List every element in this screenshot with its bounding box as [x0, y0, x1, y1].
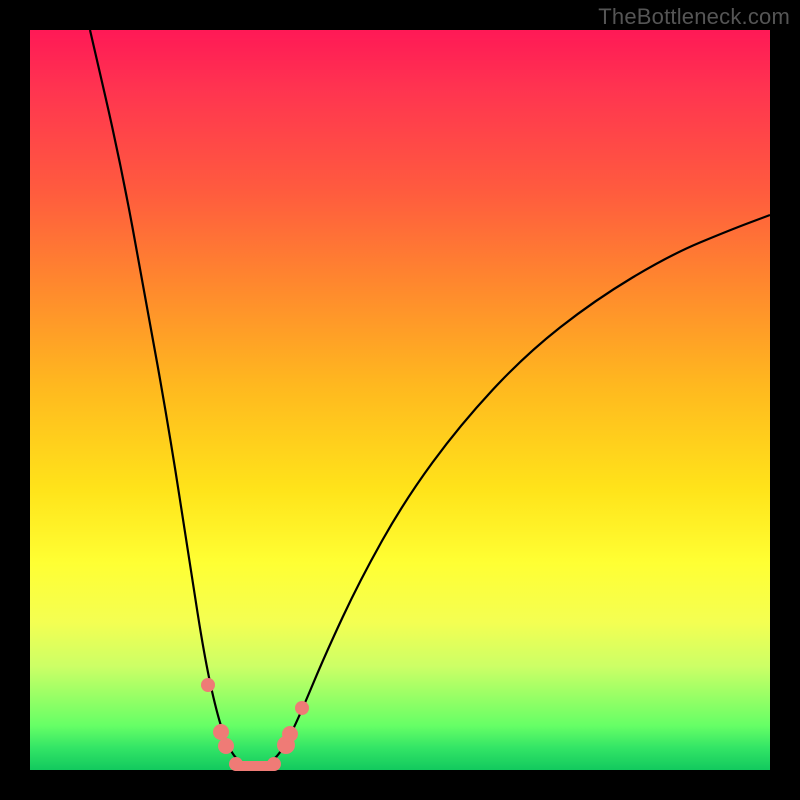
marker-dot-3 [229, 757, 243, 771]
marker-dot-7 [295, 701, 309, 715]
marker-dot-6 [282, 726, 298, 742]
marker-dot-4 [267, 757, 281, 771]
plot-area [30, 30, 770, 770]
marker-dot-2 [218, 738, 234, 754]
chart-frame: TheBottleneck.com [0, 0, 800, 800]
bottleneck-curve [90, 30, 770, 767]
curve-layer [30, 30, 770, 770]
marker-dot-1 [213, 724, 229, 740]
curve-markers [201, 678, 309, 771]
marker-dot-0 [201, 678, 215, 692]
watermark-text: TheBottleneck.com [598, 4, 790, 30]
